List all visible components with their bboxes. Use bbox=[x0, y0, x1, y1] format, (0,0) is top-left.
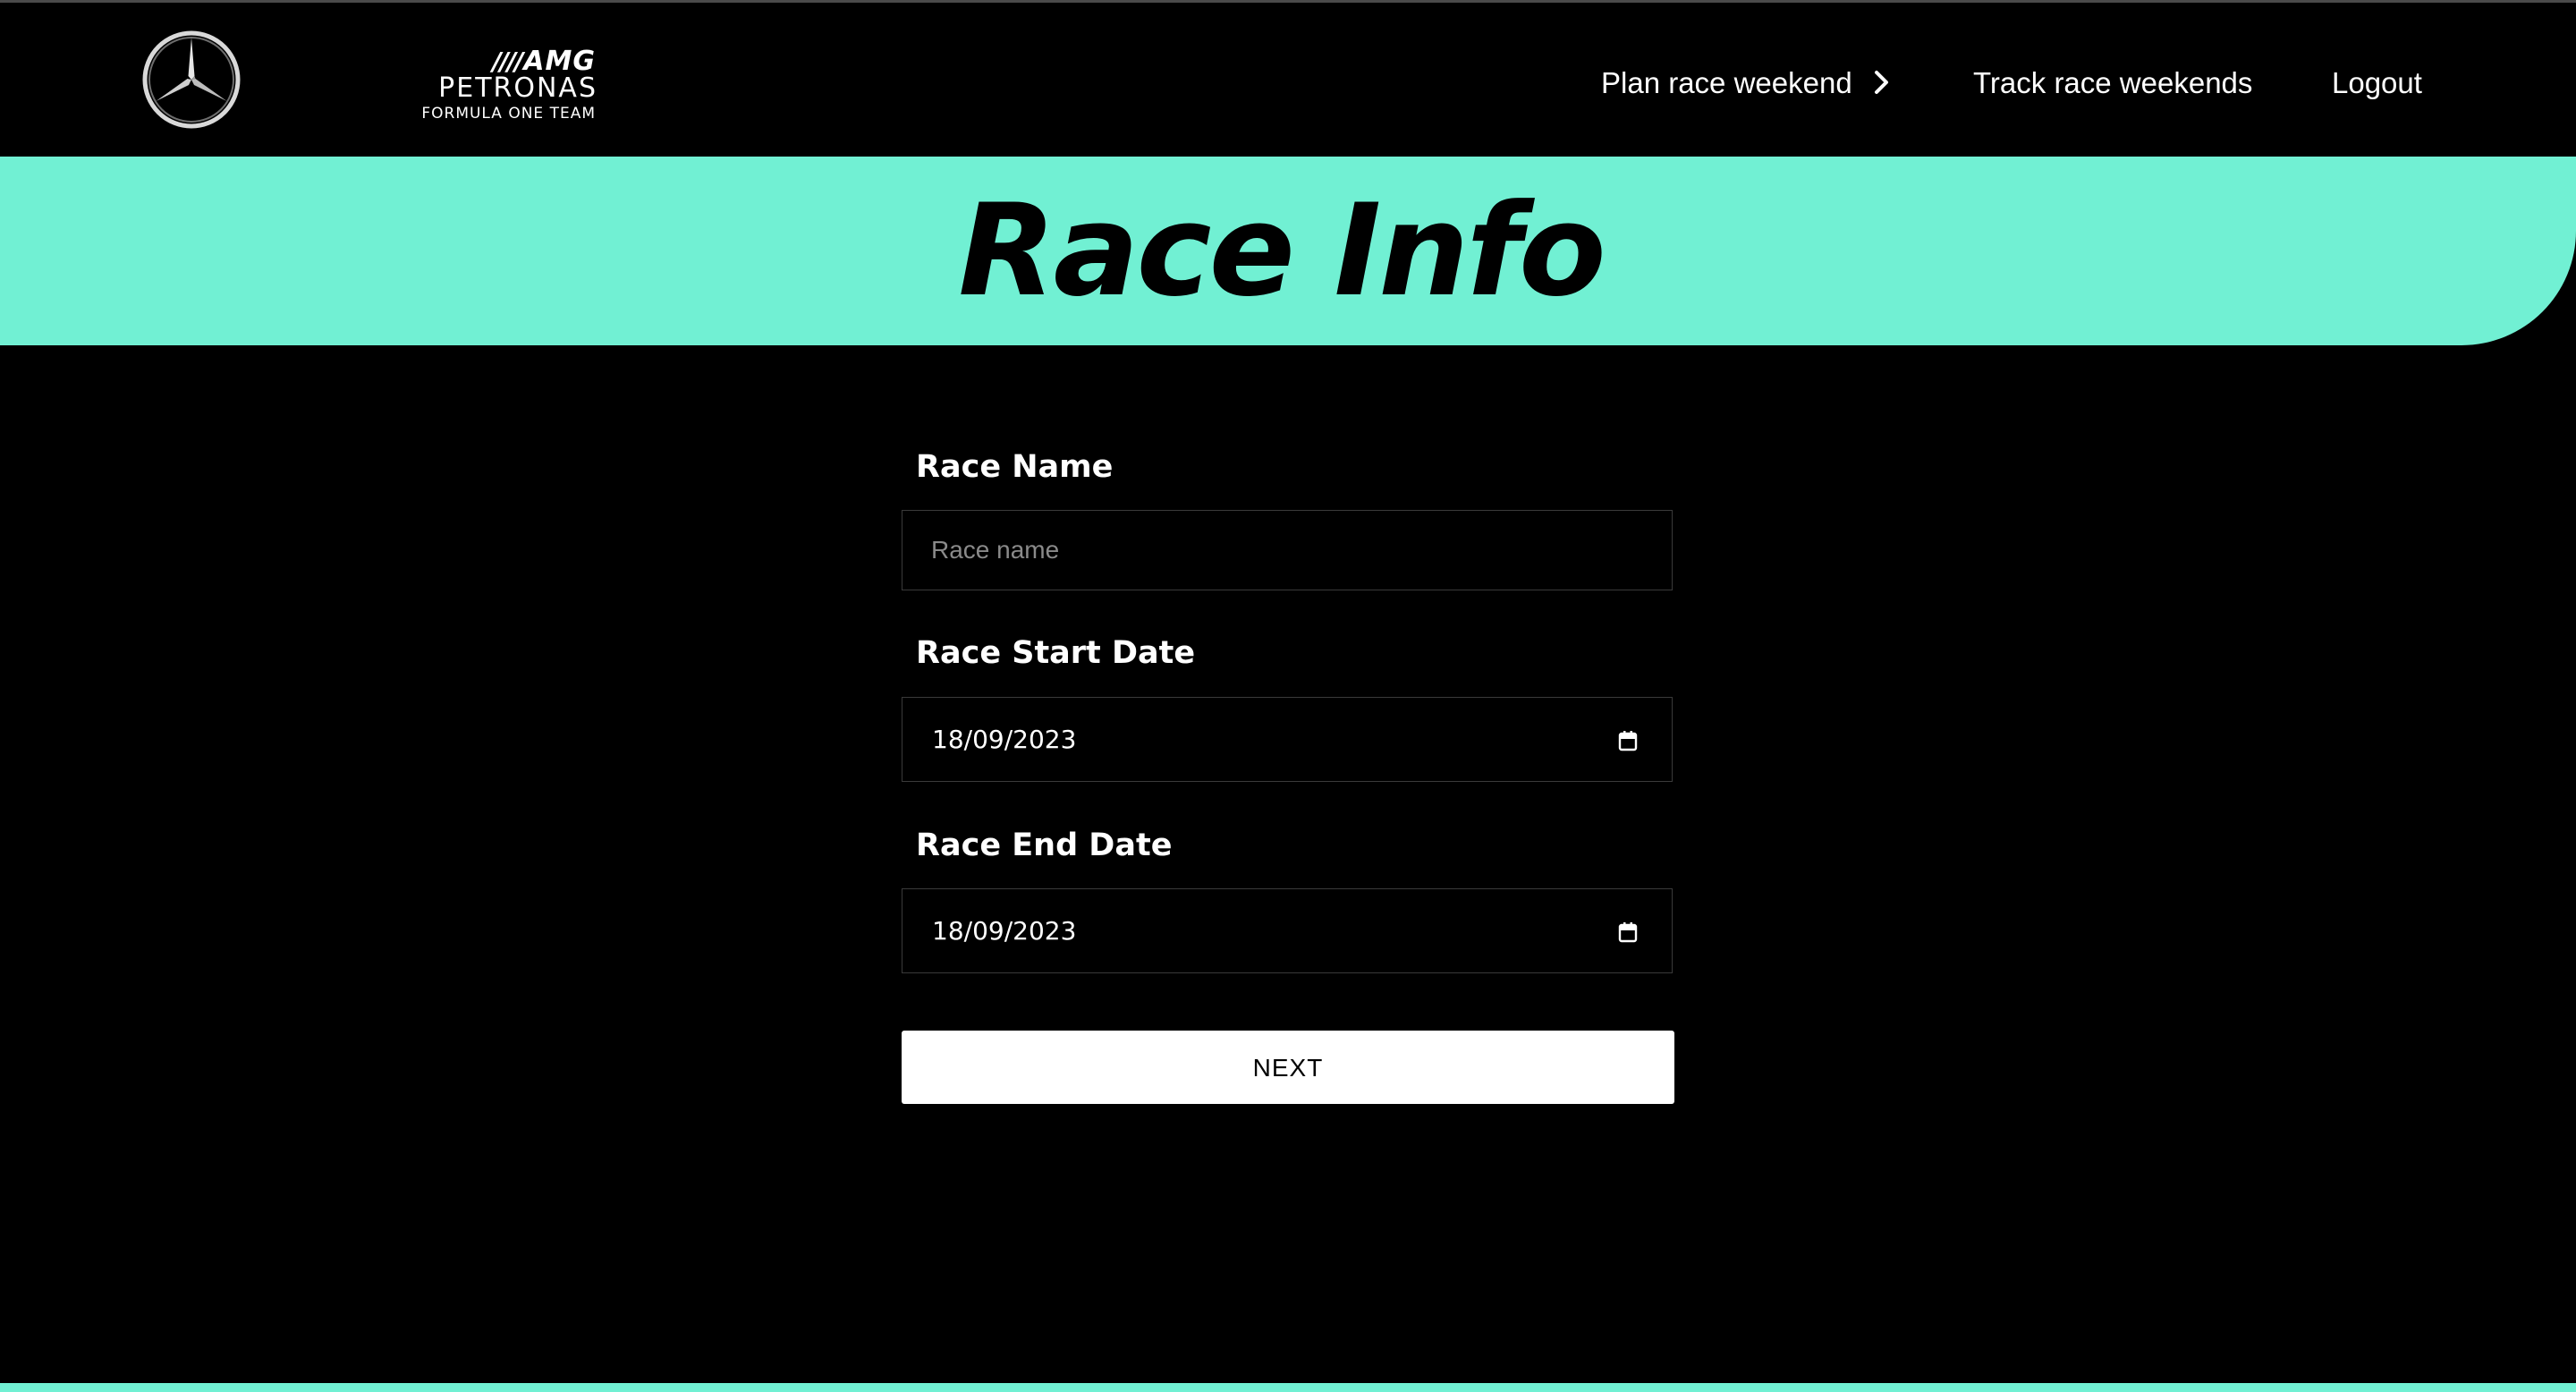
calendar-icon[interactable] bbox=[1618, 921, 1638, 943]
race-name-input[interactable] bbox=[902, 511, 1672, 590]
race-start-date-value[interactable]: 18/09/2023 bbox=[932, 698, 1076, 782]
nav-logout-label: Logout bbox=[2332, 66, 2422, 99]
nav-logout[interactable]: Logout bbox=[2332, 62, 2422, 105]
nav-plan-label: Plan race weekend bbox=[1601, 66, 1852, 99]
race-name-field[interactable] bbox=[902, 510, 1673, 590]
bottom-accent-bar bbox=[0, 1383, 2576, 1392]
page-title: Race Info bbox=[958, 177, 1606, 325]
race-end-date-label: Race End Date bbox=[916, 828, 1173, 863]
calendar-icon[interactable] bbox=[1618, 730, 1638, 751]
site-header: ////AMG PETRONAS FORMULA ONE TEAM Plan r… bbox=[0, 3, 2576, 157]
mercedes-star-icon bbox=[142, 30, 241, 129]
race-start-date-label: Race Start Date bbox=[916, 635, 1196, 671]
brand-petronas: PETRONAS bbox=[438, 72, 597, 104]
brand-subtitle: FORMULA ONE TEAM bbox=[421, 105, 596, 123]
nav-plan-race-weekend[interactable]: Plan race weekend bbox=[1601, 62, 1893, 105]
race-end-date-field[interactable]: 18/09/2023 bbox=[902, 888, 1673, 973]
race-end-date-value[interactable]: 18/09/2023 bbox=[932, 889, 1076, 973]
chevron-right-icon bbox=[1874, 71, 1888, 95]
next-button[interactable]: NEXT bbox=[902, 1031, 1674, 1104]
team-logo[interactable]: ////AMG PETRONAS FORMULA ONE TEAM bbox=[141, 30, 596, 133]
nav-track-label: Track race weekends bbox=[1973, 66, 2253, 99]
race-start-date-field[interactable]: 18/09/2023 bbox=[902, 697, 1673, 782]
race-name-label: Race Name bbox=[916, 449, 1114, 485]
page-banner: Race Info bbox=[0, 157, 2576, 345]
nav-track-race-weekends[interactable]: Track race weekends bbox=[1973, 62, 2252, 105]
